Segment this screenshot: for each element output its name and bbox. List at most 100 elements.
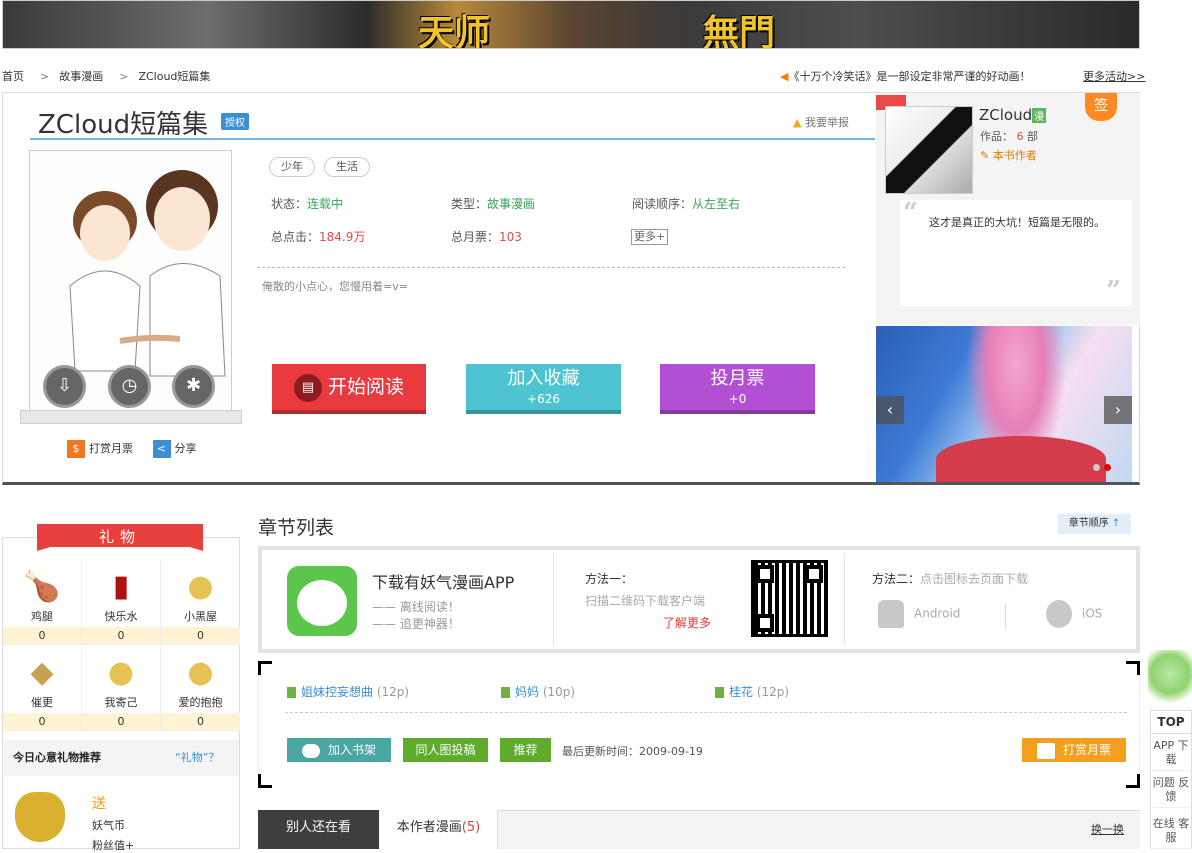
notice-text[interactable]: 《十万个冷笑话》是一部设定非常严谨的好动画！ <box>788 70 1030 83</box>
app-download-side[interactable]: APP 下载 <box>1150 735 1192 771</box>
reward-link[interactable]: $ 打赏月票 <box>67 440 133 458</box>
gift-drumstick[interactable]: 🍗 鸡腿 0 <box>3 560 82 645</box>
corner <box>258 774 272 788</box>
back-to-top-button[interactable]: TOP <box>1150 710 1192 734</box>
learn-more-link[interactable]: 了解更多 <box>663 614 711 631</box>
notice[interactable]: ◀《十万个冷笑话》是一部设定非常严谨的好动画！ <box>780 68 1030 84</box>
hug-icon: ● <box>187 655 214 690</box>
chapter-item[interactable]: 妈妈 (10p) <box>501 683 575 700</box>
gift-myself[interactable]: ● 我寄己 0 <box>82 646 161 731</box>
author-avatar[interactable] <box>885 106 973 194</box>
comic-description: 俺散的小点心，您慢用着=v= <box>262 280 408 293</box>
favorite-count: +626 <box>527 392 560 406</box>
chapter-order-button[interactable]: 章节顺序 ↑ <box>1058 514 1131 534</box>
breadcrumb-category[interactable]: 故事漫画 <box>59 70 103 83</box>
carousel-prev-icon[interactable]: ‹ <box>876 396 904 424</box>
chapter-item[interactable]: 桂花 (12p) <box>715 683 789 700</box>
carousel-next-icon[interactable]: › <box>1104 396 1132 424</box>
gift-cola[interactable]: ▮ 快乐水 0 <box>82 560 161 645</box>
carousel-dot[interactable] <box>1093 464 1100 471</box>
chapter-pages: (10p) <box>542 685 576 699</box>
recommend-button[interactable]: 推荐 <box>500 738 551 762</box>
apple-icon <box>1046 600 1072 628</box>
corner <box>258 661 272 675</box>
last-update: 最后更新时间：2009-09-19 <box>562 745 703 758</box>
myself-icon: ● <box>107 655 135 690</box>
corner <box>1126 661 1140 675</box>
chapter-item[interactable]: 姐妹控妄想曲 (12p) <box>287 683 409 700</box>
ios-download[interactable]: iOS <box>1046 600 1102 628</box>
breadcrumb: 首页 > 故事漫画 > ZCloud短篇集 <box>2 70 211 83</box>
bookshelf-icon <box>301 743 320 758</box>
app-title: 下载有妖气漫画APP <box>372 573 515 592</box>
gift-count: 0 <box>3 627 81 644</box>
gift-count: 0 <box>82 627 160 644</box>
share-icon: < <box>152 440 171 458</box>
tag-shaonian[interactable]: 少年 <box>269 157 315 177</box>
top-banner[interactable]: 天师 無門 <box>2 0 1140 49</box>
more-activities-link[interactable]: 更多活动>> <box>1083 68 1145 84</box>
feedback-side[interactable]: 问题 反馈 <box>1150 772 1192 808</box>
open-quote-icon: “ <box>903 198 918 228</box>
download-icon[interactable]: ⇩ <box>43 365 86 408</box>
start-reading-button[interactable]: ▤ 开始阅读 <box>272 364 426 414</box>
comic-cover[interactable]: ⇩ ◷ ✱ <box>29 150 232 412</box>
gift-dark-room[interactable]: ● 小黑屋 0 <box>161 560 240 645</box>
qr-code <box>751 560 828 637</box>
author-name-text: ZCloud <box>979 106 1033 124</box>
chapter-pages: (12p) <box>376 685 410 699</box>
ticket-icon <box>1036 742 1055 759</box>
method-2-desc: 点击图标去页面下载 <box>920 572 1029 586</box>
promo-carousel[interactable] <box>876 326 1132 482</box>
android-download[interactable]: Android <box>878 600 960 628</box>
reward-vote-button[interactable]: 打赏月票 <box>1022 738 1126 762</box>
method-2: 方法二：点击图标去页面下载 <box>872 570 1028 587</box>
works-count: 6 <box>1016 130 1024 143</box>
vote-button[interactable]: 投月票 +0 <box>660 364 815 414</box>
book-icon: ▤ <box>293 373 322 402</box>
chapter-name: 姐妹控妄想曲 <box>301 685 374 699</box>
banner-title-left: 天师 <box>418 12 491 49</box>
gift-hug[interactable]: ● 爱的抱抱 0 <box>161 646 240 731</box>
tab-others-watching[interactable]: 别人还在看 <box>258 810 379 849</box>
arrow-up-icon: ↑ <box>1111 518 1121 529</box>
add-favorite-button[interactable]: 加入收藏 +626 <box>466 364 621 414</box>
type-value[interactable]: 故事漫画 <box>487 197 535 211</box>
author-badge-label: 本书作者 <box>992 149 1037 162</box>
add-shelf-button[interactable]: 加入书架 <box>287 738 391 762</box>
chapter-name: 妈妈 <box>515 685 540 699</box>
money-bag-icon <box>15 792 65 842</box>
gift-urge[interactable]: ◆ 催更 0 <box>3 646 82 731</box>
chapter-pages: (12p) <box>756 685 790 699</box>
app-icon[interactable] <box>287 566 357 636</box>
fan-art-submit-button[interactable]: 同人图投稿 <box>403 738 488 762</box>
tag-life[interactable]: 生活 <box>324 157 370 177</box>
status-value: 连载中 <box>307 197 344 211</box>
author-works: 作品： 6 部 <box>980 128 1038 144</box>
share-link[interactable]: < 分享 <box>152 440 197 458</box>
chapter-list-box <box>258 661 1140 788</box>
method-2-title: 方法二： <box>872 572 921 586</box>
service-side[interactable]: 在线 客服 <box>1150 813 1192 849</box>
qr-finder <box>756 565 774 583</box>
signed-badge: 签 <box>1085 93 1117 121</box>
gift-help-link[interactable]: “礼物”？ <box>175 749 219 765</box>
app-mascot <box>297 580 347 626</box>
breadcrumb-home[interactable]: 首页 <box>2 70 24 83</box>
chapter-icon <box>501 687 510 698</box>
works-label: 作品： <box>980 130 1013 143</box>
coin-label: 妖气币 <box>92 819 125 832</box>
carousel-dot-active[interactable] <box>1104 464 1111 471</box>
web-icon[interactable]: ✱ <box>172 365 215 408</box>
swap-link[interactable]: 换一换 <box>1091 821 1124 837</box>
start-reading-label: 开始阅读 <box>327 376 404 398</box>
report-link[interactable]: ▲ 我要举报 <box>793 114 849 130</box>
comic-title: ZCloud短篇集 <box>38 110 209 140</box>
more-info-button[interactable]: 更多+ <box>631 229 669 245</box>
chapter-icon <box>715 687 724 698</box>
author-name[interactable]: ZCloud 漫 <box>979 106 1047 124</box>
manga-badge: 漫 <box>1032 108 1047 123</box>
tab-author-works[interactable]: 本作者漫画(5) <box>380 810 498 849</box>
method-1-desc: 扫描二维码下载客户端 <box>585 594 706 608</box>
clock-icon[interactable]: ◷ <box>108 365 151 408</box>
